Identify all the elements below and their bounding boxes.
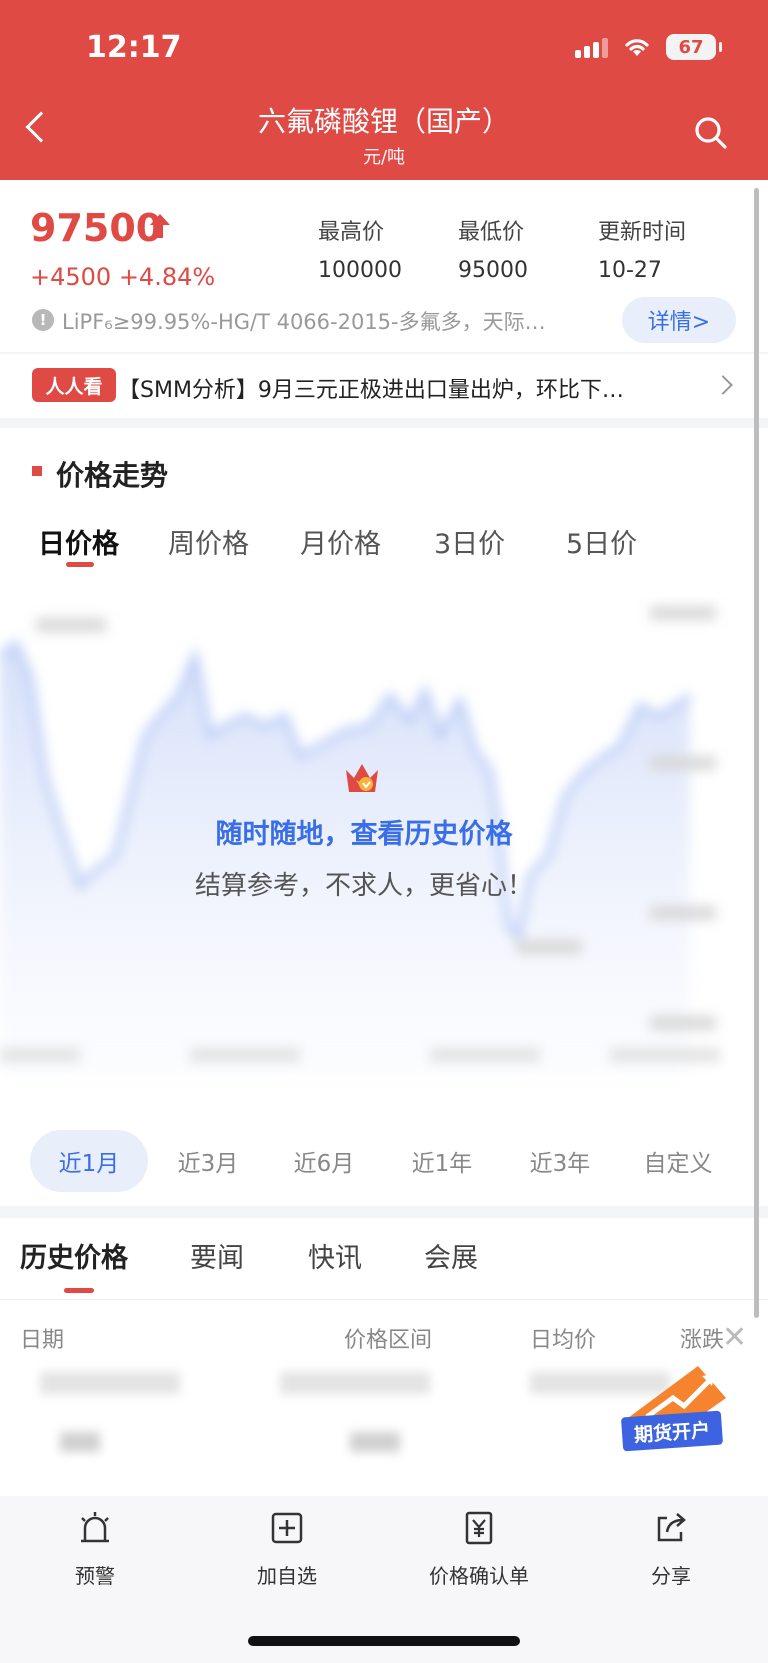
tab-monthly-price[interactable]: 月价格 — [300, 522, 381, 561]
info-icon: ! — [32, 309, 54, 331]
add-watchlist-label: 加自选 — [257, 1564, 317, 1588]
tab-5day-price[interactable]: 5日价 — [566, 522, 637, 561]
update-time-label: 更新时间 — [598, 220, 687, 245]
blurred-price-line — [0, 606, 720, 1076]
tab-weekly-price[interactable]: 周价格 — [168, 522, 249, 561]
range-custom[interactable]: 自定义 — [628, 1130, 728, 1192]
scrollbar[interactable] — [754, 188, 759, 1318]
news-tag: 人人看 — [32, 368, 116, 402]
home-indicator — [248, 1636, 520, 1646]
product-spec: LiPF₆≥99.95%-HG/T 4066-2015-多氟多，天际… — [62, 310, 546, 334]
search-icon[interactable] — [694, 116, 728, 150]
price-confirmation-label: 价格确认单 — [429, 1564, 529, 1588]
share-label: 分享 — [651, 1564, 691, 1588]
add-watchlist-button[interactable]: 加自选 — [212, 1510, 362, 1589]
price-chart — [0, 596, 728, 1106]
page-unit: 元/吨 — [362, 147, 406, 168]
status-icons: 67 — [575, 34, 722, 60]
tab-daily-price[interactable]: 日价格 — [38, 522, 119, 561]
history-prompt-title[interactable]: 随时随地，查看历史价格 — [0, 812, 728, 851]
col-change: 涨跌 — [680, 1328, 725, 1353]
add-square-icon — [271, 1512, 303, 1544]
price-change: +4500 +4.84% — [30, 263, 216, 291]
low-price-label: 最低价 — [458, 220, 525, 245]
range-6-months[interactable]: 近6月 — [274, 1130, 374, 1192]
alert-label: 预警 — [75, 1564, 115, 1588]
current-price: 97500 — [30, 206, 163, 250]
app-header: 12:17 67 六氟磷酸锂（国产） 元/吨 — [0, 0, 768, 180]
close-icon[interactable]: ✕ — [722, 1320, 747, 1355]
tab-3day-price[interactable]: 3日价 — [434, 522, 505, 561]
active-tab-indicator — [66, 562, 94, 567]
wifi-icon — [625, 39, 649, 56]
section-title: 价格走势 — [56, 459, 169, 492]
range-1-year[interactable]: 近1年 — [392, 1130, 492, 1192]
range-3-years[interactable]: 近3年 — [510, 1130, 610, 1192]
share-icon — [657, 1513, 686, 1542]
high-price-label: 最高价 — [318, 220, 385, 245]
page-title: 六氟磷酸锂（国产） — [257, 105, 510, 138]
update-time-value: 10-27 — [598, 258, 662, 283]
cellular-signal-icon — [575, 36, 608, 58]
range-3-months[interactable]: 近3月 — [158, 1130, 258, 1192]
details-button[interactable]: 详情> — [622, 297, 736, 343]
alarm-icon — [81, 1512, 109, 1543]
history-prompt-subtitle: 结算参考，不求人，更省心！ — [194, 871, 533, 901]
tab-news[interactable]: 要闻 — [190, 1236, 244, 1275]
price-confirmation-button[interactable]: 价格确认单 — [404, 1510, 554, 1589]
share-button[interactable]: 分享 — [596, 1510, 746, 1589]
status-time: 12:17 — [86, 30, 182, 65]
futures-account-promo[interactable]: 期货开户 — [620, 1410, 724, 1452]
tab-history-price[interactable]: 历史价格 — [20, 1236, 128, 1275]
col-daily-avg: 日均价 — [530, 1328, 597, 1353]
col-date: 日期 — [20, 1328, 65, 1353]
section-marker — [32, 466, 42, 476]
alert-button[interactable]: 预警 — [20, 1510, 170, 1589]
up-arrow-icon — [150, 214, 170, 238]
yuan-doc-icon — [465, 1511, 493, 1545]
active-content-tab-indicator — [64, 1288, 94, 1293]
news-headline[interactable]: 【SMM分析】9月三元正极进出口量出炉，环比下… — [118, 372, 678, 404]
col-price-range: 价格区间 — [344, 1328, 433, 1353]
tab-flash[interactable]: 快讯 — [308, 1236, 362, 1275]
low-price-value: 95000 — [458, 258, 528, 283]
range-1-month[interactable]: 近1月 — [30, 1130, 148, 1192]
tab-events[interactable]: 会展 — [424, 1236, 478, 1275]
battery-indicator: 67 — [666, 34, 722, 60]
premium-crown-icon — [346, 764, 378, 792]
high-price-value: 100000 — [318, 258, 402, 283]
